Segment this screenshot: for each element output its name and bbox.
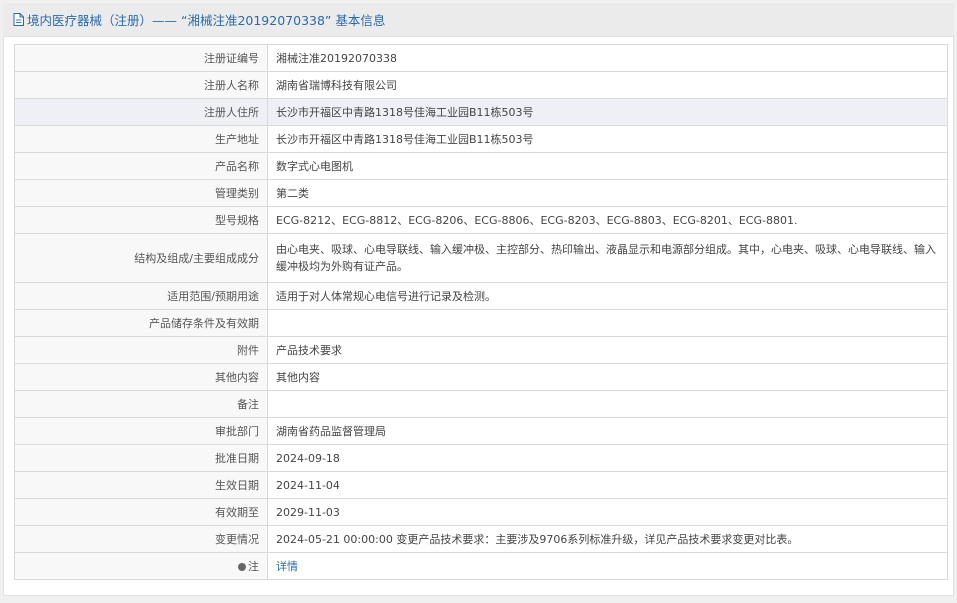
page-title: 境内医疗器械（注册）—— “湘械注准20192070338” 基本信息 [27, 13, 386, 28]
pin-icon [238, 562, 246, 571]
field-label: 审批部门 [14, 417, 268, 445]
info-panel: 注册证编号 湘械注准20192070338 注册人名称 湖南省瑞博科技有限公司 … [3, 36, 954, 596]
field-value [267, 390, 948, 418]
table-row: 其他内容 其他内容 [14, 363, 948, 391]
field-label: 适用范围/预期用途 [14, 282, 268, 310]
note-label: 注 [248, 559, 259, 573]
field-label: 变更情况 [14, 525, 268, 553]
table-row: 结构及组成/主要组成成分 由心电夹、吸球、心电导联线、输入缓冲极、主控部分、热印… [14, 233, 948, 283]
field-label: 管理类别 [14, 179, 268, 207]
table-row: 适用范围/预期用途 适用于对人体常规心电信号进行记录及检测。 [14, 282, 948, 310]
field-label: 生效日期 [14, 471, 268, 499]
table-row: 审批部门 湖南省药品监督管理局 [14, 417, 948, 445]
field-label: 产品储存条件及有效期 [14, 309, 268, 337]
field-label: 型号规格 [14, 206, 268, 234]
table-row: 管理类别 第二类 [14, 179, 948, 207]
field-label: 备注 [14, 390, 268, 418]
field-value: 长沙市开福区中青路1318号佳海工业园B11栋503号 [267, 125, 948, 153]
field-value: 2024-11-04 [267, 471, 948, 499]
field-label: 其他内容 [14, 363, 268, 391]
table-row: 批准日期 2024-09-18 [14, 444, 948, 472]
table-row: 生产地址 长沙市开福区中青路1318号佳海工业园B11栋503号 [14, 125, 948, 153]
field-label: 批准日期 [14, 444, 268, 472]
field-value: 产品技术要求 [267, 336, 948, 364]
table-row: 有效期至 2029-11-03 [14, 498, 948, 526]
field-label: 产品名称 [14, 152, 268, 180]
table-row: 备注 [14, 390, 948, 418]
table-row: 注册人住所 长沙市开福区中青路1318号佳海工业园B11栋503号 [14, 98, 948, 126]
field-label: 结构及组成/主要组成成分 [14, 233, 268, 283]
field-label: 生产地址 [14, 125, 268, 153]
table-row: 变更情况 2024-05-21 00:00:00 变更产品技术要求：主要涉及97… [14, 525, 948, 553]
table-row: 产品储存条件及有效期 [14, 309, 948, 337]
field-value [267, 309, 948, 337]
field-label: 有效期至 [14, 498, 268, 526]
table-row: 注 详情 [14, 552, 948, 580]
field-label: 注册人名称 [14, 71, 268, 99]
field-value: 2029-11-03 [267, 498, 948, 526]
info-table: 注册证编号 湘械注准20192070338 注册人名称 湖南省瑞博科技有限公司 … [14, 44, 948, 580]
field-label: 附件 [14, 336, 268, 364]
field-value: 第二类 [267, 179, 948, 207]
page-header: 境内医疗器械（注册）—— “湘械注准20192070338” 基本信息 [3, 3, 954, 36]
table-row: 附件 产品技术要求 [14, 336, 948, 364]
field-label: 注册人住所 [14, 98, 268, 126]
document-icon [13, 12, 25, 27]
field-value: 2024-05-21 00:00:00 变更产品技术要求：主要涉及9706系列标… [267, 525, 948, 553]
field-value: 2024-09-18 [267, 444, 948, 472]
field-value: 湖南省药品监督管理局 [267, 417, 948, 445]
table-row: 型号规格 ECG-8212、ECG-8812、ECG-8206、ECG-8806… [14, 206, 948, 234]
field-value: ECG-8212、ECG-8812、ECG-8206、ECG-8806、ECG-… [267, 206, 948, 234]
field-value: 长沙市开福区中青路1318号佳海工业园B11栋503号 [267, 98, 948, 126]
field-value: 由心电夹、吸球、心电导联线、输入缓冲极、主控部分、热印输出、液晶显示和电源部分组… [267, 233, 948, 283]
table-row: 注册证编号 湘械注准20192070338 [14, 44, 948, 72]
field-label: 注 [14, 552, 268, 580]
field-value: 适用于对人体常规心电信号进行记录及检测。 [267, 282, 948, 310]
details-link[interactable]: 详情 [276, 560, 298, 573]
field-value: 数字式心电图机 [267, 152, 948, 180]
field-value: 湖南省瑞博科技有限公司 [267, 71, 948, 99]
field-value: 详情 [267, 552, 948, 580]
field-value: 其他内容 [267, 363, 948, 391]
field-value: 湘械注准20192070338 [267, 44, 948, 72]
table-row: 产品名称 数字式心电图机 [14, 152, 948, 180]
table-row: 注册人名称 湖南省瑞博科技有限公司 [14, 71, 948, 99]
field-label: 注册证编号 [14, 44, 268, 72]
table-row: 生效日期 2024-11-04 [14, 471, 948, 499]
